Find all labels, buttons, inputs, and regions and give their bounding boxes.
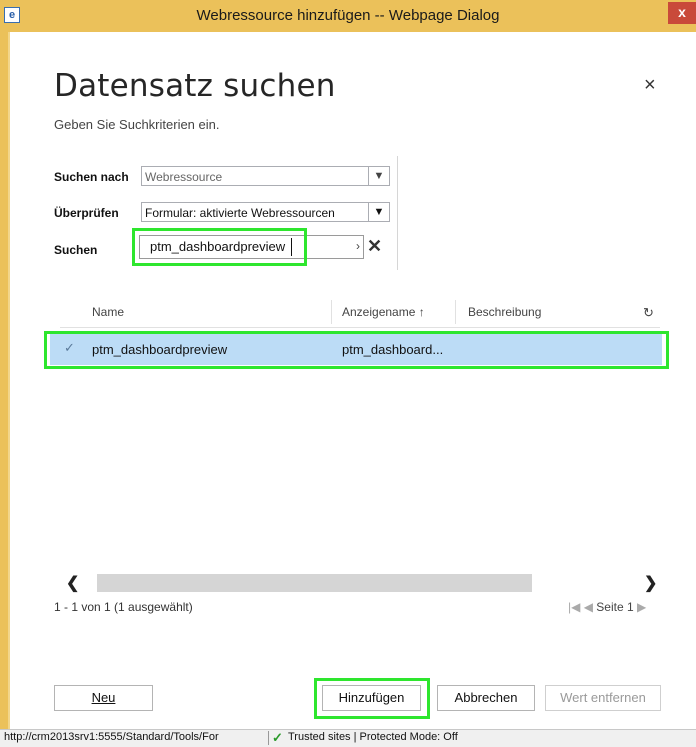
dialog-subtitle: Geben Sie Suchkriterien ein.: [54, 117, 220, 132]
dialog-heading: Datensatz suchen: [54, 68, 336, 104]
new-button[interactable]: Neu: [54, 685, 153, 711]
scrollbar-thumb[interactable]: [97, 574, 532, 592]
column-header-name[interactable]: Name: [92, 305, 124, 319]
search-for-label: Suchen nach: [54, 170, 129, 184]
scroll-left-icon[interactable]: ❮: [66, 573, 79, 593]
next-page-icon[interactable]: ▶: [637, 600, 646, 614]
refresh-icon[interactable]: ↻: [643, 305, 654, 321]
search-arrow-icon[interactable]: ›: [356, 239, 360, 253]
column-header-display-name[interactable]: Anzeigename ↑: [342, 305, 425, 319]
security-zone: Trusted sites | Protected Mode: Off: [288, 731, 458, 743]
page-label: Seite 1: [596, 600, 634, 614]
column-divider: [455, 300, 456, 324]
view-select-value: Formular: aktivierte Webressourcen: [145, 206, 335, 220]
row-highlight-box: [44, 331, 669, 369]
previous-page-icon[interactable]: ◀: [584, 600, 593, 614]
form-divider: [397, 156, 398, 270]
add-button-highlight-box: [314, 678, 430, 719]
window-title: Webressource hinzufügen -- Webpage Dialo…: [196, 7, 500, 24]
grid-header-divider: [60, 327, 660, 328]
pager-controls: |◀ ◀ Seite 1 ▶: [568, 600, 646, 614]
chevron-down-icon[interactable]: ▼: [368, 167, 389, 185]
first-page-icon[interactable]: |◀: [568, 600, 580, 614]
check-label: Überprüfen: [54, 206, 119, 220]
scroll-right-icon[interactable]: ❯: [644, 573, 657, 593]
search-label: Suchen: [54, 243, 98, 257]
remove-value-button[interactable]: Wert entfernen: [545, 685, 661, 711]
dialog-content: [10, 32, 696, 729]
view-select[interactable]: Formular: aktivierte Webressourcen ▼: [141, 202, 390, 222]
column-divider: [331, 300, 332, 324]
trusted-check-icon: ✓: [272, 730, 283, 745]
status-url: http://crm2013srv1:5555/Standard/Tools/F…: [4, 731, 219, 743]
chevron-down-icon[interactable]: ▼: [368, 203, 389, 221]
dialog-close-icon[interactable]: ×: [644, 74, 656, 97]
search-for-select[interactable]: Webressource ▼: [141, 166, 390, 186]
search-highlight-box: [132, 228, 307, 266]
new-button-label: Neu: [91, 690, 116, 705]
cancel-button[interactable]: Abbrechen: [437, 685, 535, 711]
status-divider: [268, 731, 269, 745]
window-close-button[interactable]: x: [668, 2, 696, 24]
column-header-description[interactable]: Beschreibung: [468, 305, 541, 319]
clear-search-icon[interactable]: ✕: [367, 236, 382, 257]
search-for-value: Webressource: [145, 170, 223, 184]
pager-status: 1 - 1 von 1 (1 ausgewählt): [54, 600, 193, 614]
window-frame-left: [0, 32, 8, 729]
